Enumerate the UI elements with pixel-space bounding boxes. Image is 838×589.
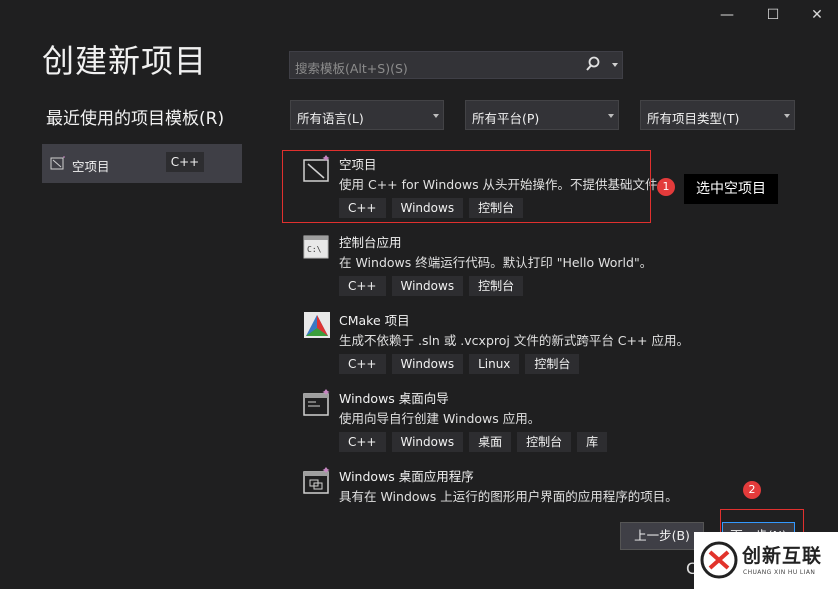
page-title: 创建新项目 <box>42 42 208 80</box>
tag: 控制台 <box>469 276 524 296</box>
search-icon[interactable] <box>584 55 602 75</box>
tag: Windows <box>391 354 464 374</box>
tag: Linux <box>469 354 520 374</box>
watermark-text: 创新互联 <box>742 545 823 567</box>
console-app-icon: C:\ <box>303 235 329 259</box>
recent-templates-heading: 最近使用的项目模板(R) <box>46 109 225 129</box>
svg-text:C:\: C:\ <box>307 245 322 254</box>
minimize-button[interactable]: — <box>712 4 742 26</box>
template-windows-desktop-wizard[interactable]: Windows 桌面向导 使用向导自行创建 Windows 应用。 C++ Wi… <box>300 388 680 458</box>
search-placeholder: 搜索模板(Alt+S)(S) <box>295 61 408 76</box>
desktop-app-icon <box>303 467 330 494</box>
recent-item-tag: C++ <box>166 152 204 172</box>
step-badge-1: 1 <box>657 178 675 196</box>
annotation-callout: 选中空项目 <box>684 174 778 204</box>
tag: 库 <box>577 432 608 452</box>
recent-item-empty-project[interactable]: 空项目 C++ <box>42 144 242 183</box>
search-input[interactable]: 搜索模板(Alt+S)(S) <box>289 51 623 79</box>
chevron-down-icon <box>608 114 614 118</box>
recent-item-label: 空项目 <box>72 159 110 174</box>
language-filter-label: 所有语言(L) <box>297 111 364 126</box>
tag: 控制台 <box>517 432 572 452</box>
template-console-app[interactable]: C:\ 控制台应用 在 Windows 终端运行代码。默认打印 "Hello W… <box>300 232 680 302</box>
tag: Windows <box>391 276 464 296</box>
tag: 控制台 <box>525 354 580 374</box>
step-badge-2: 2 <box>743 481 761 499</box>
template-name: Windows 桌面应用程序 <box>339 469 474 484</box>
watermark-logo: 创新互联 CHUANG XIN HU LIAN <box>694 532 838 589</box>
template-windows-desktop-app[interactable]: Windows 桌面应用程序 具有在 Windows 上运行的图形用户界面的应用… <box>300 466 680 506</box>
template-description: 具有在 Windows 上运行的图形用户界面的应用程序的项目。 <box>339 489 678 504</box>
tag: C++ <box>339 432 386 452</box>
back-button[interactable]: 上一步(B) <box>620 522 704 550</box>
chevron-down-icon <box>784 114 790 118</box>
template-name: CMake 项目 <box>339 313 410 328</box>
chevron-down-icon <box>433 114 439 118</box>
watermark-subtext: CHUANG XIN HU LIAN <box>743 569 816 576</box>
tag: C++ <box>339 354 386 374</box>
language-filter-dropdown[interactable]: 所有语言(L) <box>290 100 444 130</box>
platform-filter-dropdown[interactable]: 所有平台(P) <box>465 100 619 130</box>
desktop-wizard-icon <box>303 389 330 416</box>
logo-icon <box>700 541 738 579</box>
template-description: 使用向导自行创建 Windows 应用。 <box>339 411 541 426</box>
template-cmake-project[interactable]: CMake 项目 生成不依赖于 .sln 或 .vcxproj 文件的新式跨平台… <box>300 310 689 380</box>
search-dropdown-icon[interactable] <box>612 63 618 67</box>
template-tags: C++ Windows 控制台 <box>339 276 524 296</box>
template-description: 在 Windows 终端运行代码。默认打印 "Hello World"。 <box>339 255 653 270</box>
tag: Windows <box>391 432 464 452</box>
template-tags: C++ Windows 桌面 控制台 库 <box>339 432 608 452</box>
project-type-filter-dropdown[interactable]: 所有项目类型(T) <box>640 100 795 130</box>
close-button[interactable]: ✕ <box>802 4 832 26</box>
tag: C++ <box>339 276 386 296</box>
template-tags: C++ Windows Linux 控制台 <box>339 354 580 374</box>
cmake-icon <box>304 312 330 338</box>
template-description: 生成不依赖于 .sln 或 .vcxproj 文件的新式跨平台 C++ 应用。 <box>339 333 689 348</box>
maximize-button[interactable]: ☐ <box>758 4 788 26</box>
empty-project-icon <box>50 156 65 170</box>
selection-highlight-box <box>282 150 651 223</box>
tag: 桌面 <box>469 432 512 452</box>
platform-filter-label: 所有平台(P) <box>472 111 540 126</box>
template-name: Windows 桌面向导 <box>339 391 449 406</box>
project-type-filter-label: 所有项目类型(T) <box>647 111 740 126</box>
template-name: 控制台应用 <box>339 235 402 250</box>
